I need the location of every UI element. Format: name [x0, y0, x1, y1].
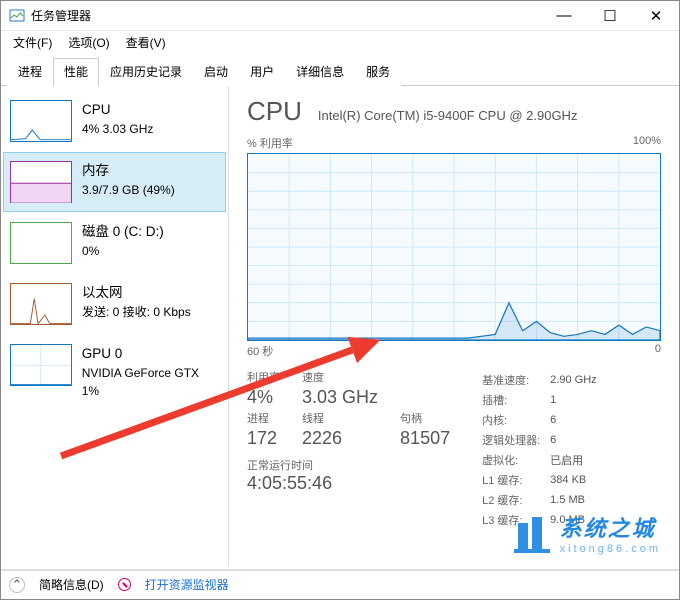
open-resource-monitor-link[interactable]: 打开资源监视器 [145, 576, 229, 593]
cpu-thumbnail [10, 100, 72, 142]
main-panel: CPU Intel(R) Core(TM) i5-9400F CPU @ 2.9… [229, 86, 679, 566]
tab-performance[interactable]: 性能 [53, 58, 99, 86]
handle-label: 句柄 [400, 410, 450, 426]
cpu-model: Intel(R) Core(TM) i5-9400F CPU @ 2.90GHz [318, 108, 578, 123]
app-icon [9, 8, 25, 24]
sidebar-item-label: CPU [82, 100, 153, 120]
chart-y-label: % 利用率 [247, 135, 293, 151]
tab-details[interactable]: 详细信息 [285, 58, 355, 86]
menu-file[interactable]: 文件(F) [7, 32, 58, 53]
menu-options[interactable]: 选项(O) [62, 32, 115, 53]
menu-bar: 文件(F) 选项(O) 查看(V) [1, 31, 679, 53]
proc-label: 进程 [247, 410, 280, 426]
sidebar: CPU 4% 3.03 GHz 内存 3.9/7.9 GB (49%) 磁盘 0… [1, 86, 229, 566]
cpu-properties: 基准速度:2.90 GHz 插槽:1 内核:6 逻辑处理器:6 虚拟化:已启用 … [480, 369, 607, 531]
tab-strip: 进程 性能 应用历史记录 启动 用户 详细信息 服务 [1, 57, 679, 86]
collapse-icon[interactable]: ⌃ [9, 577, 25, 593]
cpu-chart [247, 153, 661, 341]
chart-x-span: 60 秒 [247, 343, 273, 359]
thread-value: 2226 [302, 428, 378, 449]
page-title: CPU [247, 96, 302, 127]
memory-thumbnail [10, 161, 72, 203]
tab-processes[interactable]: 进程 [7, 58, 53, 86]
sidebar-item-sub: 4% 3.03 GHz [82, 120, 153, 138]
minimize-button[interactable]: — [541, 1, 587, 31]
ethernet-thumbnail [10, 283, 72, 325]
sidebar-item-label: 以太网 [82, 283, 191, 303]
gpu-thumbnail [10, 344, 72, 386]
sidebar-item-cpu[interactable]: CPU 4% 3.03 GHz [3, 91, 226, 151]
maximize-button[interactable]: ☐ [587, 1, 633, 31]
watermark-icon [512, 513, 552, 553]
sidebar-item-label: GPU 0 [82, 344, 219, 364]
watermark: 系统之城 xitong86.com [512, 511, 661, 555]
status-bar: ⌃ 简略信息(D) 打开资源监视器 [1, 569, 679, 599]
sidebar-item-sub: 发送: 0 接收: 0 Kbps [82, 303, 191, 321]
title-bar: 任务管理器 — ☐ ✕ [1, 1, 679, 31]
tab-startup[interactable]: 启动 [193, 58, 239, 86]
chart-x-zero: 0 [655, 343, 661, 359]
menu-view[interactable]: 查看(V) [120, 32, 172, 53]
window-title: 任务管理器 [31, 7, 541, 24]
resource-monitor-icon [118, 578, 131, 591]
sidebar-item-sub: 0% [82, 242, 164, 260]
brief-info-button[interactable]: 简略信息(D) [39, 576, 104, 593]
close-button[interactable]: ✕ [633, 1, 679, 31]
sidebar-item-ethernet[interactable]: 以太网 发送: 0 接收: 0 Kbps [3, 274, 226, 334]
watermark-url: xitong86.com [560, 543, 661, 555]
sidebar-item-label: 内存 [82, 161, 175, 181]
tab-app-history[interactable]: 应用历史记录 [99, 58, 193, 86]
content-area: CPU 4% 3.03 GHz 内存 3.9/7.9 GB (49%) 磁盘 0… [1, 86, 679, 566]
handle-value: 81507 [400, 428, 450, 449]
sidebar-item-sub: 3.9/7.9 GB (49%) [82, 181, 175, 199]
sidebar-item-memory[interactable]: 内存 3.9/7.9 GB (49%) [3, 152, 226, 212]
chart-y-max: 100% [633, 135, 661, 151]
disk-thumbnail [10, 222, 72, 264]
speed-value: 3.03 GHz [302, 387, 378, 408]
uptime-value: 4:05:55:46 [247, 473, 450, 494]
sidebar-item-label: 磁盘 0 (C: D:) [82, 222, 164, 242]
sidebar-item-disk[interactable]: 磁盘 0 (C: D:) 0% [3, 213, 226, 273]
watermark-text: 系统之城 [560, 511, 661, 543]
tab-users[interactable]: 用户 [239, 58, 285, 86]
proc-value: 172 [247, 428, 280, 449]
uptime-label: 正常运行时间 [247, 457, 450, 473]
thread-label: 线程 [302, 410, 378, 426]
tab-services[interactable]: 服务 [355, 58, 401, 86]
